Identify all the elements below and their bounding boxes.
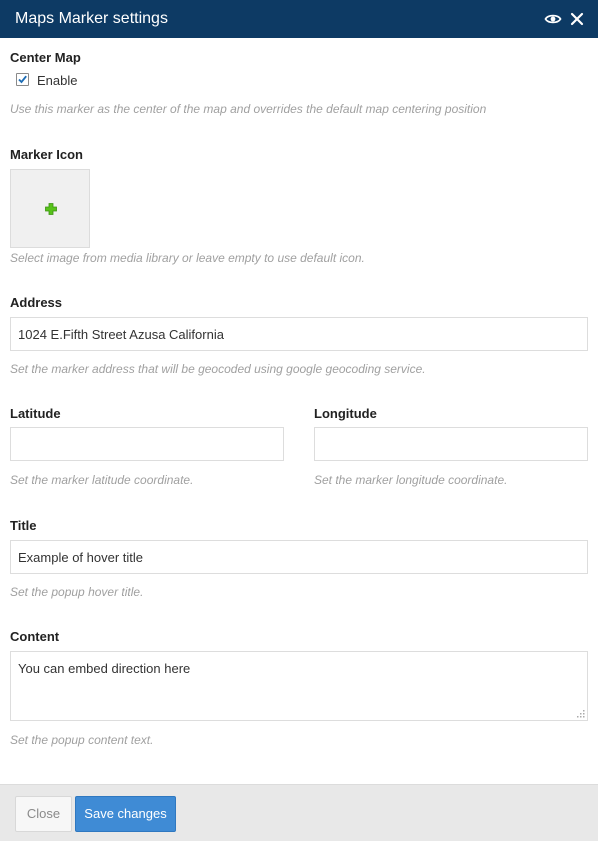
latitude-description: Set the marker latitude coordinate. — [10, 473, 194, 487]
dialog-footer: Close Save changes — [0, 784, 598, 841]
center-map-description: Use this marker as the center of the map… — [10, 102, 487, 116]
content-description: Set the popup content text. — [10, 733, 154, 747]
latitude-input[interactable] — [10, 427, 284, 461]
close-button[interactable]: Close — [15, 796, 72, 832]
marker-icon-description: Select image from media library or leave… — [10, 251, 365, 265]
plus-icon — [45, 203, 57, 215]
enable-checkbox-label: Enable — [37, 73, 78, 88]
marker-icon-label: Marker Icon — [10, 147, 83, 162]
longitude-description: Set the marker longitude coordinate. — [314, 473, 508, 487]
dialog-header: Maps Marker settings — [0, 0, 598, 38]
longitude-input[interactable] — [314, 427, 588, 461]
center-map-label: Center Map — [10, 50, 81, 65]
address-description: Set the marker address that will be geoc… — [10, 362, 426, 376]
content-label: Content — [10, 629, 60, 644]
save-changes-button[interactable]: Save changes — [75, 796, 176, 832]
address-input[interactable]: 1024 E.Fifth Street Azusa California — [10, 317, 588, 351]
enable-checkbox[interactable] — [16, 73, 29, 86]
resize-grip-icon[interactable] — [575, 708, 585, 718]
close-icon[interactable] — [568, 10, 586, 28]
dialog-title: Maps Marker settings — [15, 10, 168, 27]
checkmark-icon — [18, 75, 27, 84]
title-label: Title — [10, 518, 37, 533]
eye-icon[interactable] — [544, 10, 562, 28]
content-text: You can embed direction here — [18, 661, 191, 676]
title-input[interactable]: Example of hover title — [10, 540, 588, 574]
content-textarea[interactable]: You can embed direction here — [10, 651, 588, 721]
title-description: Set the popup hover title. — [10, 585, 144, 599]
marker-icon-picker[interactable] — [10, 169, 90, 248]
longitude-label: Longitude — [314, 406, 377, 421]
address-label: Address — [10, 295, 63, 310]
latitude-label: Latitude — [10, 406, 61, 421]
